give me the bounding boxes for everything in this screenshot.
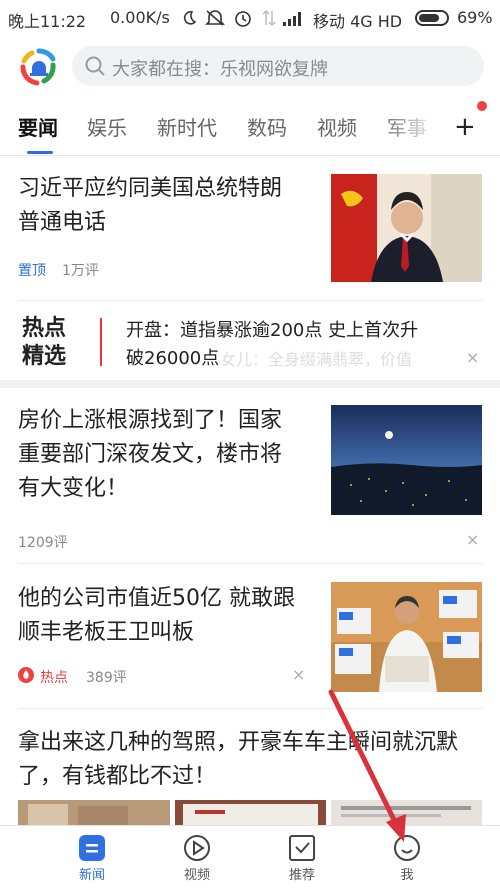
comment-count: 389评 xyxy=(86,670,127,686)
status-carrier: 移动 4G HD xyxy=(313,12,403,31)
news-title: 房价上涨根源找到了！国家 重要部门深夜发文，楼市将 有大变化！ xyxy=(18,404,323,506)
nav-label: 视频 xyxy=(183,868,210,883)
hot-badge: 热点 xyxy=(40,670,68,686)
tab-digital[interactable]: 数码 xyxy=(247,112,287,141)
flame-icon xyxy=(18,667,34,683)
tab-new-era[interactable]: 新时代 xyxy=(157,112,217,141)
title-line: 有大变化！ xyxy=(18,476,129,501)
alarm-icon xyxy=(235,11,251,27)
tab-headlines[interactable]: 要闻 xyxy=(18,112,58,141)
comment-count: 1209评 xyxy=(18,535,68,551)
mute-icon xyxy=(205,10,225,26)
tab-video[interactable]: 视频 xyxy=(317,112,357,141)
search-icon xyxy=(85,56,105,76)
nav-video[interactable]: 视频 xyxy=(157,826,237,890)
news-thumbnail xyxy=(331,405,482,515)
divider xyxy=(0,155,500,156)
hot-pick-logo: 热点 精选 xyxy=(22,315,80,371)
dismiss-icon[interactable]: × xyxy=(466,530,479,549)
search-placeholder: 大家都在搜：乐视网欲复牌 xyxy=(112,59,328,80)
search-bar[interactable]: 大家都在搜：乐视网欲复牌 xyxy=(72,46,484,86)
signal-icon xyxy=(283,12,301,26)
nav-news[interactable]: 新闻 xyxy=(52,826,132,890)
news-title: 拿出来这几种的驾照，开豪车车主瞬间就沉默 了，有钱都比不过！ xyxy=(18,726,488,794)
hot-pick-headline: 破26000点 xyxy=(126,344,224,370)
news-thumbnail xyxy=(331,800,482,826)
recommend-icon xyxy=(289,835,315,861)
hot-pick-accent xyxy=(100,318,102,366)
title-line: 普通电话 xyxy=(18,210,107,235)
section-gap xyxy=(0,380,500,388)
title-line: 重要部门深夜发文，楼市将 xyxy=(18,442,283,467)
divider xyxy=(18,708,482,709)
news-title: 他的公司市值近50亿 就敢跟 顺丰老板王卫叫板 xyxy=(18,582,323,650)
news-thumbnail xyxy=(175,800,326,826)
title-line: 顺丰老板王卫叫板 xyxy=(18,620,195,645)
channel-tabs: 要闻 娱乐 新时代 数码 视频 军事 + xyxy=(0,100,500,156)
status-time: 晚上11:22 xyxy=(8,12,87,31)
tab-entertainment[interactable]: 娱乐 xyxy=(87,112,127,141)
hot-pick-logo-line: 精选 xyxy=(22,344,67,369)
title-line: 拿出来这几种的驾照，开豪车车主瞬间就沉默 xyxy=(18,730,459,755)
hot-pick-next-headline: 女儿：全身缀满翡翠，价值 xyxy=(220,350,413,369)
app-logo-icon[interactable] xyxy=(20,48,58,86)
play-icon xyxy=(184,835,210,861)
status-bar: 晚上11:22 0.00K/s 移动 4G HD 69% xyxy=(0,0,500,36)
profile-icon xyxy=(394,835,420,861)
nav-label: 我 xyxy=(400,868,414,883)
data-arrows-icon xyxy=(262,9,276,27)
hot-pick-headline: 开盘：道指暴涨逾200点 史上首次升 xyxy=(126,320,419,341)
notification-dot xyxy=(477,101,487,111)
tab-fade xyxy=(380,100,440,156)
moon-icon xyxy=(183,11,197,25)
dismiss-icon[interactable]: × xyxy=(292,665,305,684)
title-line: 他的公司市值近50亿 就敢跟 xyxy=(18,586,295,611)
battery-icon xyxy=(415,10,449,26)
news-title: 习近平应约同美国总统特朗 普通电话 xyxy=(18,172,318,240)
add-channel-button[interactable]: + xyxy=(454,112,476,142)
nav-label: 新闻 xyxy=(78,868,105,883)
hot-pick-logo-line: 热点 xyxy=(22,316,67,341)
news-thumbnail xyxy=(331,174,482,282)
comment-count: 1万评 xyxy=(62,263,99,279)
status-speed: 0.00K/s xyxy=(110,8,170,27)
divider xyxy=(18,563,482,564)
title-line: 房价上涨根源找到了！国家 xyxy=(18,408,283,433)
nav-label: 推荐 xyxy=(288,868,315,883)
divider xyxy=(18,300,482,301)
title-line: 习近平应约同美国总统特朗 xyxy=(18,176,283,201)
news-thumbnail xyxy=(18,800,170,826)
news-icon xyxy=(79,835,105,861)
title-line: 了，有钱都比不过！ xyxy=(18,764,217,789)
bottom-nav: 新闻 视频 推荐 我 xyxy=(0,825,500,889)
dismiss-icon[interactable]: × xyxy=(466,348,479,367)
active-tab-indicator xyxy=(27,151,53,154)
news-thumbnail xyxy=(331,582,482,692)
status-battery: 69% xyxy=(457,8,493,27)
pinned-badge: 置顶 xyxy=(18,263,46,279)
nav-profile[interactable]: 我 xyxy=(367,826,447,890)
nav-recommend[interactable]: 推荐 xyxy=(262,826,342,890)
